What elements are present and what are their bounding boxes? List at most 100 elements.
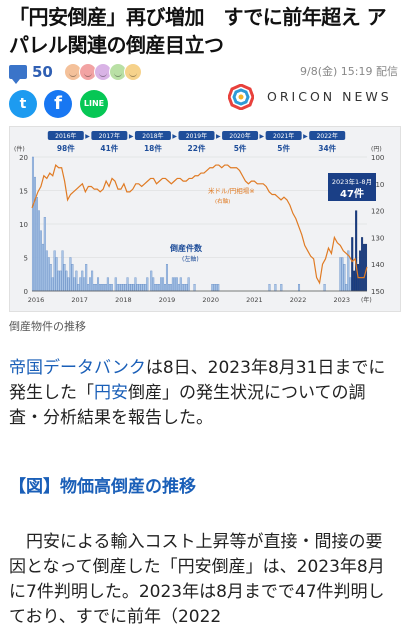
teikoku-link[interactable]: 帝国データバンク <box>9 358 146 378</box>
bar <box>217 284 220 292</box>
bar <box>102 284 105 292</box>
bar <box>53 250 56 292</box>
x-tick-label: 2019 <box>159 296 176 304</box>
bar <box>118 284 121 292</box>
bar <box>55 257 58 292</box>
reaction-face-icon[interactable] <box>124 63 142 81</box>
x-axis-unit: (年) <box>361 296 372 304</box>
bar <box>47 257 50 292</box>
bar <box>193 284 196 292</box>
bar <box>124 284 127 292</box>
bar <box>31 156 34 292</box>
bar <box>179 277 182 292</box>
bar <box>177 284 180 292</box>
bar <box>126 277 129 292</box>
bar <box>120 284 123 292</box>
bar <box>69 257 72 292</box>
bar <box>43 217 46 292</box>
bar <box>359 250 362 292</box>
bar <box>114 277 117 292</box>
bar <box>215 284 218 292</box>
article-headline: 「円安倒産」再び増加 すでに前年超え アパレル関連の倒産目立つ <box>9 5 387 57</box>
bar <box>345 284 348 292</box>
bar <box>187 277 190 292</box>
year-badge-label: 2020年 <box>229 132 250 140</box>
bar <box>171 277 174 292</box>
badge-arrow: ▶ <box>303 133 308 140</box>
figure-caption: 倒産物件の推移 <box>9 320 86 333</box>
x-tick-label: 2018 <box>115 296 132 304</box>
bar <box>81 270 84 292</box>
bar <box>323 284 326 292</box>
twitter-share-button[interactable]: t <box>9 90 37 118</box>
bar <box>116 284 119 292</box>
article-meta: 50 9/8(金) 15:19 配信 <box>9 62 401 84</box>
yen-link[interactable]: 円安 <box>94 383 128 403</box>
highlight-value: 47件 <box>340 187 364 200</box>
bar <box>349 277 352 292</box>
year-badge-label: 2017年 <box>99 132 120 140</box>
bar <box>343 264 346 292</box>
bar <box>57 270 60 292</box>
bar <box>89 277 92 292</box>
bar <box>67 277 70 292</box>
reaction-icons[interactable] <box>64 63 142 81</box>
bar <box>144 284 147 292</box>
figure-link-heading[interactable]: 【図】物価高倒産の推移 <box>9 472 196 497</box>
facebook-share-button[interactable]: f <box>44 90 72 118</box>
bar <box>142 284 145 292</box>
line-series-label: 米ドル/円相場※ <box>208 186 255 195</box>
year-badge-count: 98件 <box>57 143 75 153</box>
comment-icon[interactable] <box>9 65 27 84</box>
badge-arrow: ▶ <box>85 133 90 140</box>
x-tick-label: 2017 <box>71 296 88 304</box>
article-page: 「円安倒産」再び増加 すでに前年超え アパレル関連の倒産目立つ 50 9/8(金… <box>0 0 407 640</box>
chart-figure[interactable]: 0 5 10 15 20 (件) 100 110 120 130 140 150 (円) 2016年 98件… <box>9 126 401 312</box>
bar <box>363 243 366 292</box>
year-badge-count: 5件 <box>277 143 290 153</box>
bar <box>185 284 188 292</box>
bar <box>45 250 48 292</box>
x-tick-label: 2021 <box>246 296 263 304</box>
x-tick-label: 2023 <box>333 296 350 304</box>
bar <box>73 277 76 292</box>
bar <box>355 210 358 292</box>
bar <box>146 277 149 292</box>
bar <box>268 284 271 292</box>
bar <box>37 210 40 292</box>
bar <box>134 277 137 292</box>
bar <box>347 250 350 292</box>
y-right-unit: (円) <box>371 146 382 153</box>
bar <box>65 270 68 292</box>
bar <box>85 264 88 292</box>
bar <box>160 277 163 292</box>
bar <box>154 284 157 292</box>
bar <box>100 284 103 292</box>
highlight-period: 2023年1-8月 <box>332 177 372 186</box>
bar <box>104 284 107 292</box>
bar <box>165 264 168 292</box>
bar <box>211 284 214 292</box>
bar <box>41 243 44 292</box>
line-share-button[interactable]: LINE <box>80 90 108 118</box>
facebook-icon: f <box>54 93 62 114</box>
bar <box>75 270 78 292</box>
bar <box>138 284 141 292</box>
badge-arrow: ▶ <box>260 133 265 140</box>
bar <box>183 284 186 292</box>
year-badge-count: 18件 <box>144 143 162 153</box>
y-left-tick-label: 5 <box>24 255 28 263</box>
bar <box>136 284 139 292</box>
year-badge-label: 2016年 <box>55 132 76 140</box>
bar <box>95 284 98 292</box>
bar <box>39 230 42 292</box>
badge-arrow: ▶ <box>172 133 177 140</box>
bar <box>158 284 161 292</box>
bar <box>49 264 52 292</box>
comment-count[interactable]: 50 <box>32 62 53 82</box>
body-paragraph-2: 円安による輸入コスト上昇等が直接・間接の要因となって倒産した「円安倒産」は、20… <box>9 530 399 630</box>
bar <box>87 284 90 292</box>
bar <box>164 284 167 292</box>
bar <box>169 284 172 292</box>
y-right-tick-label: 150 <box>371 288 384 296</box>
